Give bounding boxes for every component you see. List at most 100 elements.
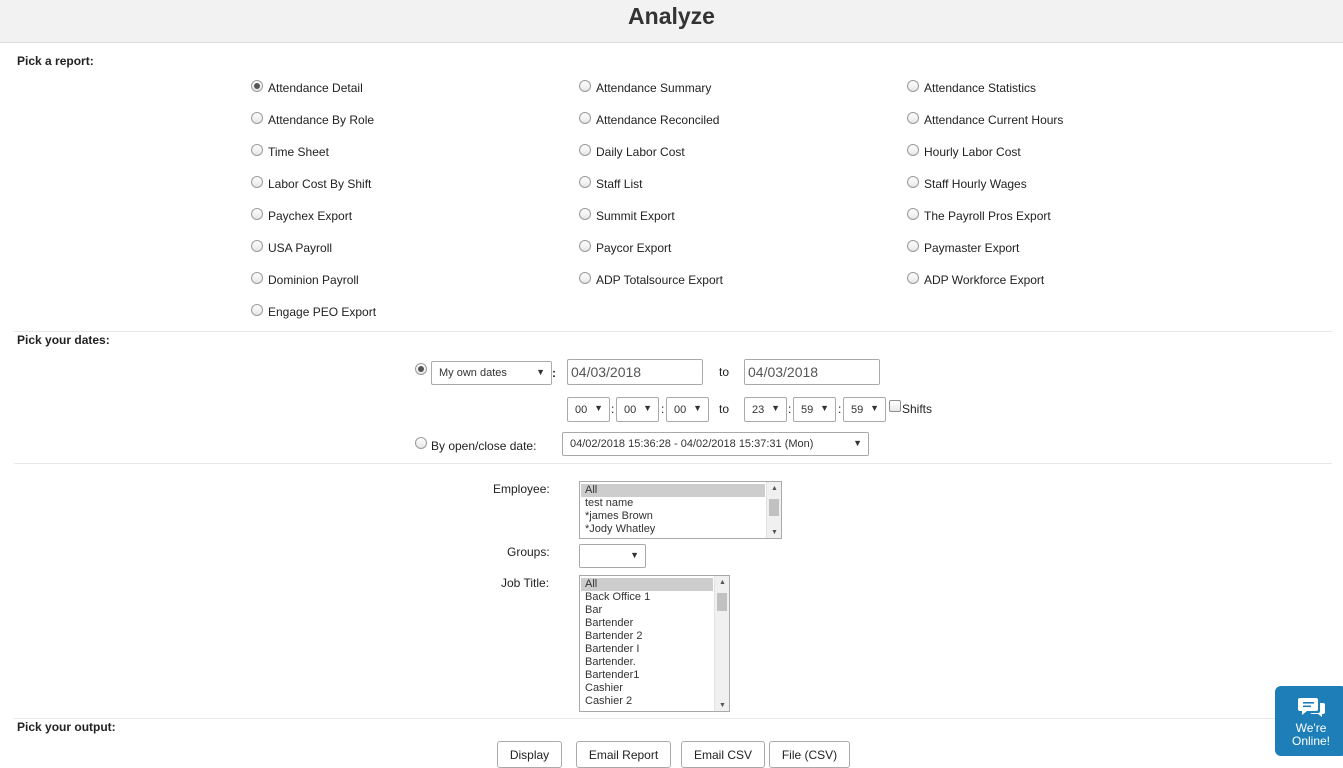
report-radio-paychex-export[interactable] bbox=[251, 208, 263, 220]
open-close-date-label: By open/close date: bbox=[431, 439, 537, 453]
list-item[interactable]: *james Brown bbox=[581, 510, 765, 523]
list-item[interactable]: test name bbox=[581, 497, 765, 510]
chat-bubbles-icon bbox=[1298, 698, 1325, 717]
report-label-hourly-labor-cost: Hourly Labor Cost bbox=[924, 145, 1021, 159]
start-minute-value: 00 bbox=[624, 404, 637, 416]
report-label-labor-cost-by-shift: Labor Cost By Shift bbox=[268, 177, 372, 191]
report-radio-attendance-detail[interactable] bbox=[251, 80, 263, 92]
report-label-usa-payroll: USA Payroll bbox=[268, 241, 333, 255]
list-item[interactable]: Back Office 1 bbox=[581, 591, 713, 604]
list-item[interactable]: All bbox=[581, 484, 765, 497]
display-button[interactable]: Display bbox=[497, 741, 562, 768]
end-second-select[interactable]: 59 ▼ bbox=[843, 397, 886, 422]
file-csv-button[interactable]: File (CSV) bbox=[769, 741, 850, 768]
own-dates-radio[interactable] bbox=[415, 363, 427, 375]
report-radio-usa-payroll[interactable] bbox=[251, 240, 263, 252]
start-date-input[interactable]: 04/03/2018 bbox=[567, 359, 703, 385]
end-minute-select[interactable]: 59 ▼ bbox=[793, 397, 836, 422]
chat-status-text: We're Online! bbox=[1275, 722, 1343, 748]
job-title-label: Job Title: bbox=[501, 576, 550, 590]
report-radio-hourly-labor-cost[interactable] bbox=[907, 144, 919, 156]
date-range-select[interactable]: My own dates ▼ bbox=[431, 361, 552, 385]
end-date-input[interactable]: 04/03/2018 bbox=[744, 359, 880, 385]
chevron-down-icon: ▼ bbox=[853, 438, 862, 448]
report-label-daily-labor-cost: Daily Labor Cost bbox=[596, 145, 685, 159]
report-radio-attendance-reconciled[interactable] bbox=[579, 112, 591, 124]
scroll-thumb[interactable] bbox=[717, 593, 727, 611]
start-second-select[interactable]: 00 ▼ bbox=[666, 397, 709, 422]
report-radio-labor-cost-by-shift[interactable] bbox=[251, 176, 263, 188]
report-radio-attendance-summary[interactable] bbox=[579, 80, 591, 92]
time-colon: : bbox=[838, 402, 842, 416]
divider bbox=[14, 718, 1332, 719]
report-radio-attendance-statistics[interactable] bbox=[907, 80, 919, 92]
chat-widget[interactable]: We're Online! bbox=[1275, 686, 1343, 756]
chat-line-2: Online! bbox=[1291, 734, 1331, 748]
chevron-down-icon: ▼ bbox=[771, 403, 780, 413]
list-item[interactable]: Cashier bbox=[581, 682, 713, 695]
list-item[interactable]: Bar bbox=[581, 604, 713, 617]
report-radio-adp-workforce-export[interactable] bbox=[907, 272, 919, 284]
shifts-checkbox[interactable] bbox=[889, 400, 901, 412]
report-radio-staff-hourly-wages[interactable] bbox=[907, 176, 919, 188]
report-radio-attendance-by-role[interactable] bbox=[251, 112, 263, 124]
start-hour-select[interactable]: 00 ▼ bbox=[567, 397, 610, 422]
list-item[interactable]: Bartender 2 bbox=[581, 630, 713, 643]
job-title-listbox[interactable]: All Back Office 1 Bar Bartender Bartende… bbox=[579, 575, 730, 712]
chevron-down-icon: ▼ bbox=[643, 403, 652, 413]
divider bbox=[14, 463, 1332, 464]
output-section-label: Pick your output: bbox=[17, 720, 116, 734]
report-radio-time-sheet[interactable] bbox=[251, 144, 263, 156]
report-radio-daily-labor-cost[interactable] bbox=[579, 144, 591, 156]
report-label-summit-export: Summit Export bbox=[596, 209, 675, 223]
open-close-date-select[interactable]: 04/02/2018 15:36:28 - 04/02/2018 15:37:3… bbox=[562, 432, 869, 456]
dates-section-label: Pick your dates: bbox=[17, 333, 110, 347]
scroll-up-icon[interactable]: ▲ bbox=[767, 485, 781, 492]
report-radio-adp-totalsource-export[interactable] bbox=[579, 272, 591, 284]
open-close-date-radio[interactable] bbox=[415, 437, 427, 449]
list-item[interactable]: Bartender1 bbox=[581, 669, 713, 682]
scroll-down-icon[interactable]: ▼ bbox=[767, 529, 781, 536]
scroll-up-icon[interactable]: ▲ bbox=[715, 579, 729, 586]
scroll-thumb[interactable] bbox=[769, 499, 779, 516]
report-radio-paycor-export[interactable] bbox=[579, 240, 591, 252]
report-radio-staff-list[interactable] bbox=[579, 176, 591, 188]
scroll-down-icon[interactable]: ▼ bbox=[715, 702, 729, 709]
job-title-scrollbar[interactable]: ▲ ▼ bbox=[714, 576, 729, 711]
report-label-staff-hourly-wages: Staff Hourly Wages bbox=[924, 177, 1027, 191]
end-second-value: 59 bbox=[851, 404, 864, 416]
time-colon: : bbox=[611, 402, 615, 416]
employee-listbox[interactable]: All test name *james Brown *Jody Whatley… bbox=[579, 481, 782, 539]
groups-select[interactable]: ▼ bbox=[579, 544, 646, 568]
report-radio-engage-peo-export[interactable] bbox=[251, 304, 263, 316]
report-label-adp-workforce-export: ADP Workforce Export bbox=[924, 273, 1045, 287]
report-radio-paymaster-export[interactable] bbox=[907, 240, 919, 252]
list-item[interactable]: Bartender I bbox=[581, 643, 713, 656]
report-label-engage-peo-export: Engage PEO Export bbox=[268, 305, 377, 319]
start-minute-select[interactable]: 00 ▼ bbox=[616, 397, 659, 422]
employee-scrollbar[interactable]: ▲ ▼ bbox=[766, 482, 781, 538]
email-csv-button[interactable]: Email CSV bbox=[681, 741, 765, 768]
email-report-button[interactable]: Email Report bbox=[576, 741, 671, 768]
list-item[interactable]: Bartender bbox=[581, 617, 713, 630]
list-item[interactable]: Cashier 2 bbox=[581, 695, 713, 708]
end-hour-value: 23 bbox=[752, 404, 765, 416]
divider bbox=[14, 331, 1332, 332]
chevron-down-icon: ▼ bbox=[630, 550, 639, 560]
time-colon: : bbox=[788, 402, 792, 416]
report-radio-summit-export[interactable] bbox=[579, 208, 591, 220]
report-label-attendance-summary: Attendance Summary bbox=[596, 81, 712, 95]
end-hour-select[interactable]: 23 ▼ bbox=[744, 397, 787, 422]
report-radio-the-payroll-pros-export[interactable] bbox=[907, 208, 919, 220]
range-colon: : bbox=[552, 366, 556, 380]
list-item[interactable]: Bartender. bbox=[581, 656, 713, 669]
open-close-date-value: 04/02/2018 15:36:28 - 04/02/2018 15:37:3… bbox=[570, 438, 814, 450]
report-radio-attendance-current-hours[interactable] bbox=[907, 112, 919, 124]
report-label-adp-totalsource-export: ADP Totalsource Export bbox=[596, 273, 723, 287]
end-minute-value: 59 bbox=[801, 404, 814, 416]
list-item[interactable]: *Jody Whatley bbox=[581, 523, 765, 536]
date-to-label: to bbox=[719, 365, 730, 379]
report-label-the-payroll-pros-export: The Payroll Pros Export bbox=[924, 209, 1051, 223]
report-radio-dominion-payroll[interactable] bbox=[251, 272, 263, 284]
list-item[interactable]: All bbox=[581, 578, 713, 591]
